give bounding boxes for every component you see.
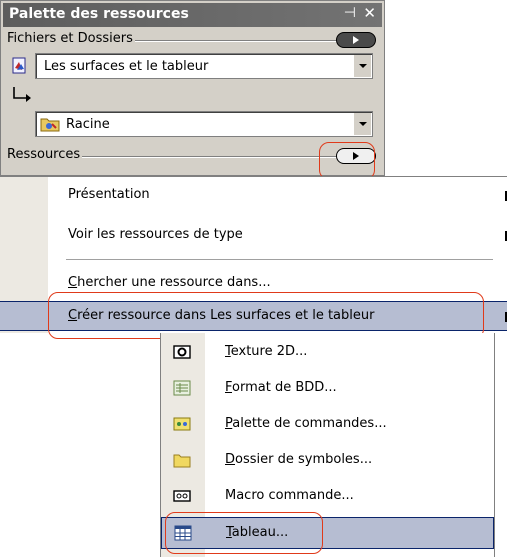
submenu-item-label: Macro commande... bbox=[225, 488, 354, 503]
menu-item-label: Voir les ressources de type bbox=[68, 227, 243, 242]
files-options-button[interactable] bbox=[336, 32, 376, 48]
document-select-value: Les surfaces et le tableur bbox=[44, 59, 209, 74]
submenu-item-label: Dossier de symboles... bbox=[225, 452, 373, 467]
menu-item-label: Présentation bbox=[68, 187, 150, 202]
annotation-circle bbox=[48, 292, 484, 339]
chevron-down-icon[interactable] bbox=[353, 55, 371, 77]
submenu-item-macro-command[interactable]: Macro commande... bbox=[161, 481, 494, 511]
document-icon bbox=[11, 57, 29, 75]
menu-item-presentation[interactable]: Présentation bbox=[0, 181, 507, 209]
menu-item-label: Chercher une ressource dans... bbox=[68, 275, 271, 290]
macro-icon bbox=[173, 488, 191, 504]
annotation-circle bbox=[319, 142, 375, 180]
database-format-icon bbox=[173, 380, 191, 396]
resources-section-label: Ressources bbox=[7, 147, 83, 162]
folder-select[interactable]: Racine bbox=[35, 111, 373, 137]
files-section-header: Fichiers et Dossiers bbox=[7, 30, 376, 50]
folder-icon bbox=[40, 116, 60, 132]
folder-icon bbox=[173, 452, 191, 468]
document-select[interactable]: Les surfaces et le tableur bbox=[35, 53, 373, 79]
files-section-label: Fichiers et Dossiers bbox=[7, 31, 135, 46]
command-palette-icon bbox=[173, 416, 191, 432]
chevron-down-icon[interactable] bbox=[353, 113, 371, 135]
menu-item-view-resources-by-type[interactable]: Voir les ressources de type bbox=[0, 221, 507, 249]
submenu-item-symbol-folder[interactable]: Dossier de symboles... bbox=[161, 445, 494, 475]
submenu-item-db-format[interactable]: Format de BDD... bbox=[161, 373, 494, 403]
submenu-item-label: Format de BDD... bbox=[225, 380, 337, 395]
annotation-circle bbox=[165, 512, 323, 554]
palette-titlebar[interactable]: Palette des ressources ⊣ ✕ bbox=[3, 3, 382, 27]
submenu-item-texture-2d[interactable]: Texture 2D... bbox=[161, 337, 494, 367]
palette-title: Palette des ressources bbox=[9, 6, 189, 22]
folder-select-value: Racine bbox=[66, 117, 110, 132]
menu-separator bbox=[66, 259, 493, 260]
close-icon[interactable]: ✕ bbox=[363, 4, 376, 22]
submenu-item-command-palette[interactable]: Palette de commandes... bbox=[161, 409, 494, 439]
submenu-item-label: Texture 2D... bbox=[225, 344, 308, 359]
submenu-item-label: Palette de commandes... bbox=[225, 416, 387, 431]
play-arrow-icon bbox=[353, 36, 359, 44]
tree-branch-arrow-icon bbox=[11, 85, 31, 107]
texture-icon bbox=[173, 344, 191, 360]
pin-icon[interactable]: ⊣ bbox=[344, 5, 356, 21]
